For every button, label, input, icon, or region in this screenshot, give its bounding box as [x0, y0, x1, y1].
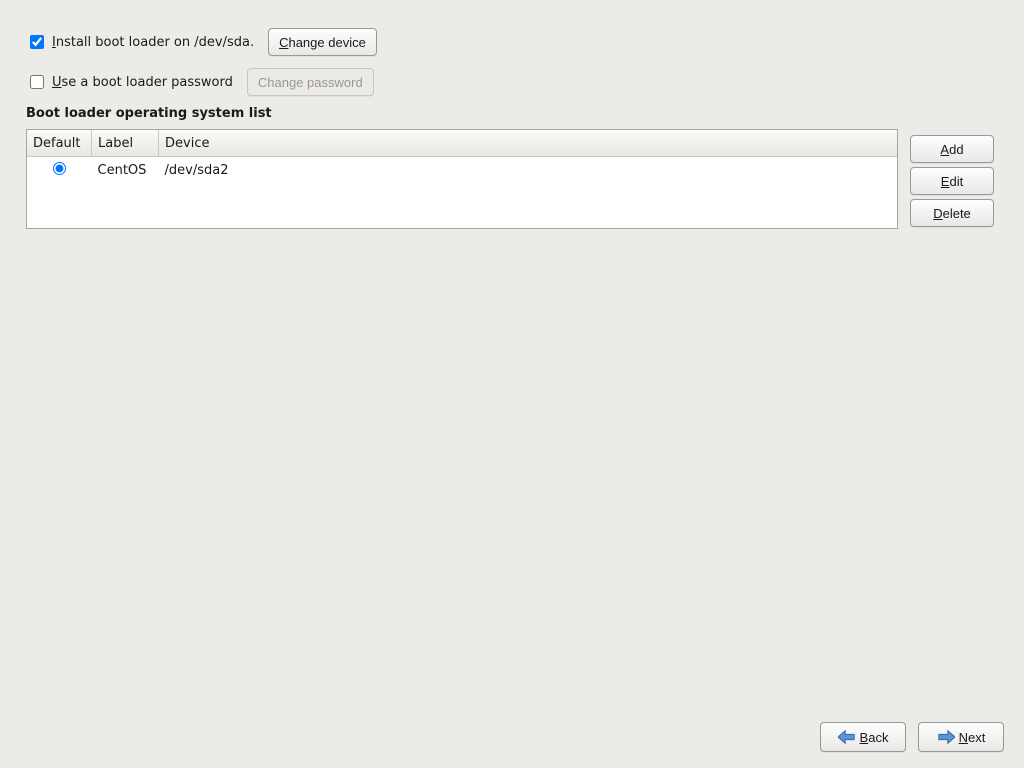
use-bootloader-password-checkbox[interactable] [30, 75, 44, 89]
add-button[interactable]: Add [910, 135, 994, 163]
table-row[interactable]: CentOS /dev/sda2 [27, 157, 897, 184]
column-header-label[interactable]: Label [92, 130, 159, 157]
install-bootloader-checkbox[interactable] [30, 35, 44, 49]
os-table: Default Label Device CentOS /dev/sda2 [27, 130, 897, 183]
wizard-nav: Back Next [820, 722, 1004, 752]
bootloader-password-row: Use a boot loader password Change passwo… [26, 66, 998, 98]
back-button[interactable]: Back [820, 722, 906, 752]
os-table-container: Default Label Device CentOS /dev/sda2 [26, 129, 898, 229]
use-bootloader-password-label: Use a boot loader password [52, 75, 233, 90]
os-default-cell[interactable] [27, 157, 92, 184]
bootloader-config-screen: Install boot loader on /dev/sda. Change … [0, 0, 1024, 768]
os-device-cell: /dev/sda2 [159, 157, 898, 184]
column-header-default[interactable]: Default [27, 130, 92, 157]
edit-button[interactable]: Edit [910, 167, 994, 195]
change-device-button[interactable]: Change device [268, 28, 377, 56]
install-bootloader-row: Install boot loader on /dev/sda. Change … [26, 26, 998, 58]
arrow-right-icon [937, 730, 955, 744]
arrow-left-icon [838, 730, 856, 744]
os-label-cell: CentOS [92, 157, 159, 184]
next-button[interactable]: Next [918, 722, 1004, 752]
delete-button[interactable]: Delete [910, 199, 994, 227]
column-header-device[interactable]: Device [159, 130, 898, 157]
os-list-area: Default Label Device CentOS /dev/sda2 [26, 129, 998, 231]
os-list-title: Boot loader operating system list [26, 106, 998, 121]
os-list-side-buttons: Add Edit Delete [910, 135, 994, 231]
os-table-header-row: Default Label Device [27, 130, 897, 157]
change-password-button: Change password [247, 68, 374, 96]
install-bootloader-label: Install boot loader on /dev/sda. [52, 35, 254, 50]
os-default-radio[interactable] [53, 162, 66, 175]
